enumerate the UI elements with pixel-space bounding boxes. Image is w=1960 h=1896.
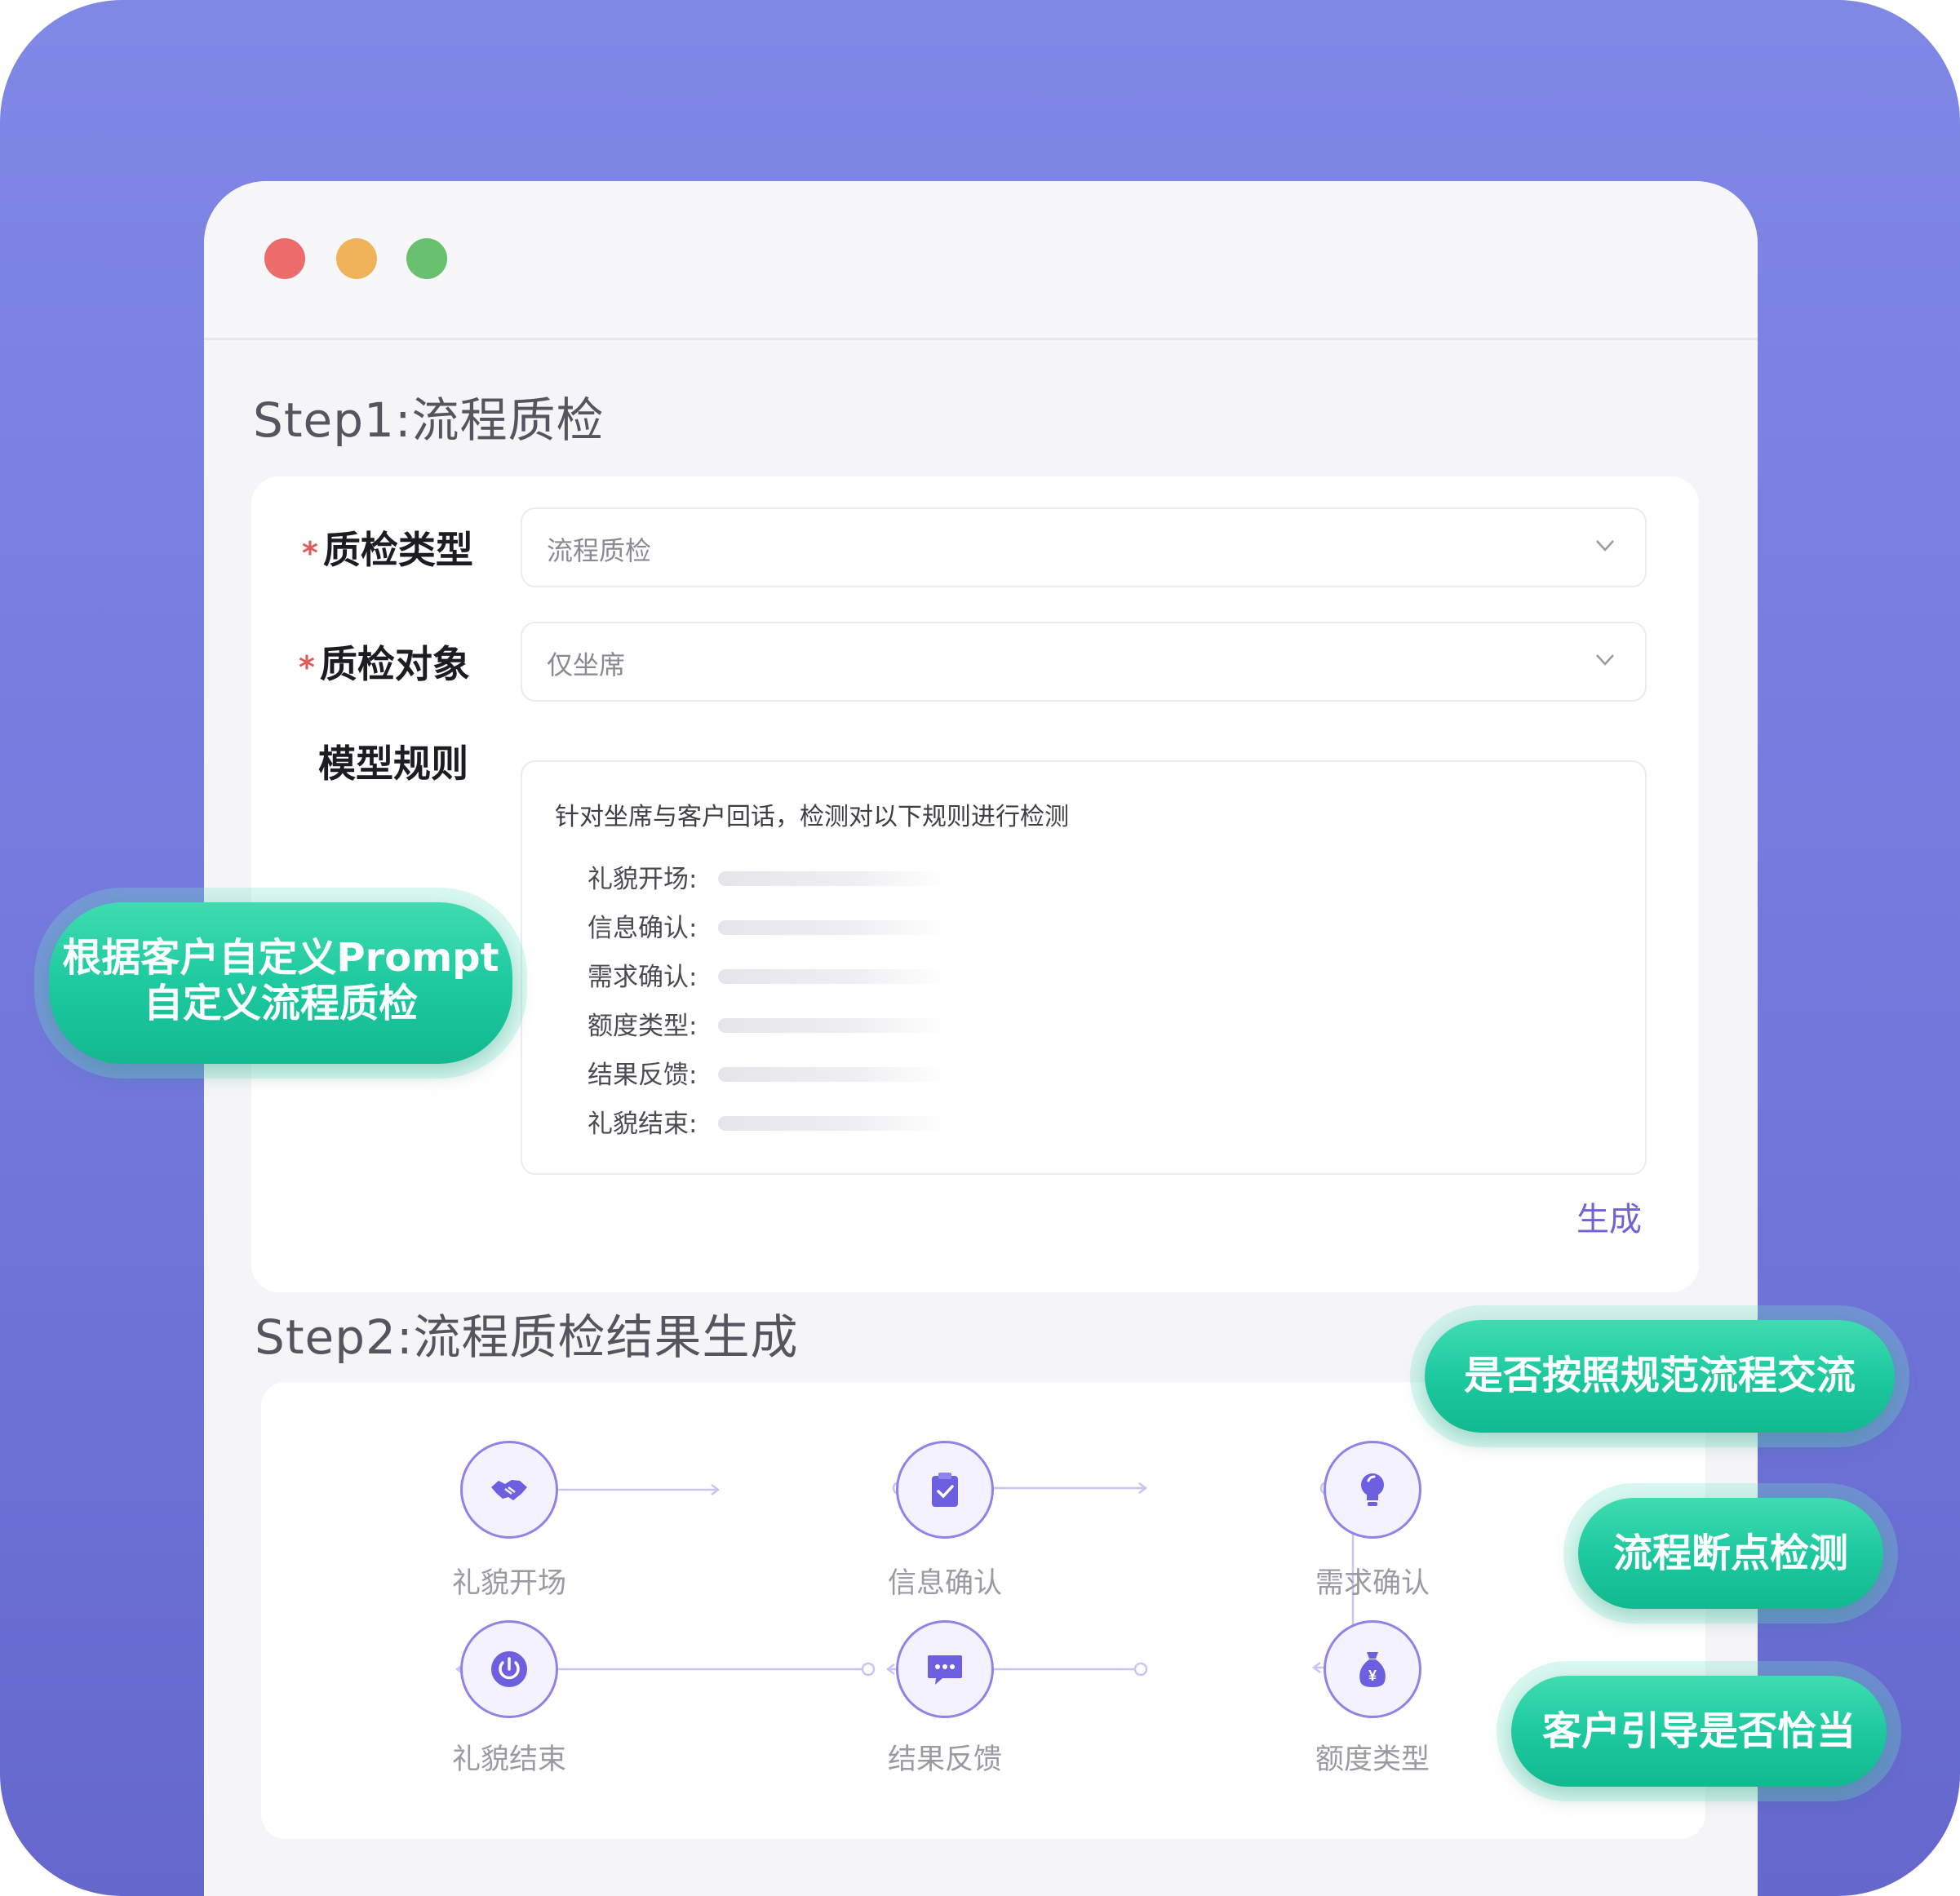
flow-node-polite-close[interactable]: [460, 1620, 558, 1718]
callout-breakpoint: 流程断点检测: [1578, 1498, 1883, 1609]
power-icon: [491, 1651, 527, 1687]
flow-label: 礼貌结束: [451, 1743, 566, 1776]
step1-card: * 质检类型 流程质检 * 质检对象 仅坐席 模型规则 针对坐席与客户回话，检测对以…: [251, 476, 1699, 1292]
flow-label: 结果反馈: [887, 1743, 1002, 1776]
minimize-window-button[interactable]: [336, 238, 377, 279]
rule-placeholder-bar: [718, 871, 947, 886]
generate-button[interactable]: 生成: [1576, 1193, 1642, 1240]
qc-object-label: * 质检对象: [299, 642, 470, 686]
flow-node-result-feedback[interactable]: [896, 1620, 994, 1718]
qc-type-label: * 质检类型: [302, 528, 473, 572]
clipboard-check-icon: [932, 1473, 958, 1507]
flow-label: 需求确认: [1315, 1567, 1430, 1600]
window-titlebar: [204, 181, 1758, 340]
flow-node-needs-confirm[interactable]: [1324, 1441, 1421, 1539]
rule-placeholder-bar: [718, 969, 947, 984]
money-bag-icon: ¥: [1359, 1652, 1386, 1687]
model-rules-box[interactable]: 针对坐席与客户回话，检测对以下规则进行检测 礼貌开场: 信息确认: 需求确认: …: [521, 760, 1647, 1175]
qc-type-value: 流程质检: [547, 535, 652, 566]
qc-type-select[interactable]: 流程质检: [521, 507, 1647, 587]
close-window-button[interactable]: [264, 238, 305, 279]
step2-card: 礼貌开场 信息确认 需求确认 ¥ 额度类型 结果反馈 礼貌结束: [261, 1382, 1705, 1839]
required-mark: *: [299, 649, 315, 685]
flow-node-polite-open[interactable]: [460, 1441, 558, 1539]
flow-node-credit-type[interactable]: ¥: [1324, 1620, 1421, 1718]
qc-object-select[interactable]: 仅坐席: [521, 622, 1647, 702]
rule-placeholder-bar: [718, 1018, 947, 1033]
model-rules-label: 模型规则: [318, 742, 468, 786]
svg-text:¥: ¥: [1368, 1668, 1377, 1684]
required-mark: *: [302, 534, 318, 571]
step1-title: Step1:流程质检: [253, 392, 605, 448]
chevron-down-icon: [1596, 540, 1614, 552]
chat-bubble-icon: [928, 1655, 962, 1685]
lightbulb-icon: [1361, 1473, 1384, 1506]
rules-intro-text: 针对坐席与客户回话，检测对以下规则进行检测: [555, 803, 1069, 831]
handshake-icon: [491, 1480, 527, 1500]
rule-placeholder-bar: [718, 920, 947, 935]
qc-object-value: 仅坐席: [547, 649, 626, 680]
callout-custom-prompt: 根据客户自定义Prompt 自定义流程质检: [49, 902, 512, 1064]
rule-placeholder-bar: [718, 1067, 947, 1082]
callout-line: 根据客户自定义Prompt: [62, 935, 499, 981]
maximize-window-button[interactable]: [406, 238, 447, 279]
flow-label: 信息确认: [887, 1567, 1002, 1600]
flow-node-info-confirm[interactable]: [896, 1441, 994, 1539]
chevron-down-icon: [1596, 654, 1614, 666]
rule-placeholder-bar: [718, 1116, 947, 1131]
callout-line: 自定义流程质检: [143, 981, 418, 1026]
flow-label: 额度类型: [1315, 1743, 1430, 1776]
callout-standard-flow: 是否按照规范流程交流: [1425, 1320, 1895, 1433]
flow-label: 礼貌开场: [451, 1567, 566, 1600]
step2-title: Step2:流程质检结果生成: [255, 1309, 799, 1365]
callout-guidance: 客户引导是否恰当: [1511, 1676, 1887, 1787]
